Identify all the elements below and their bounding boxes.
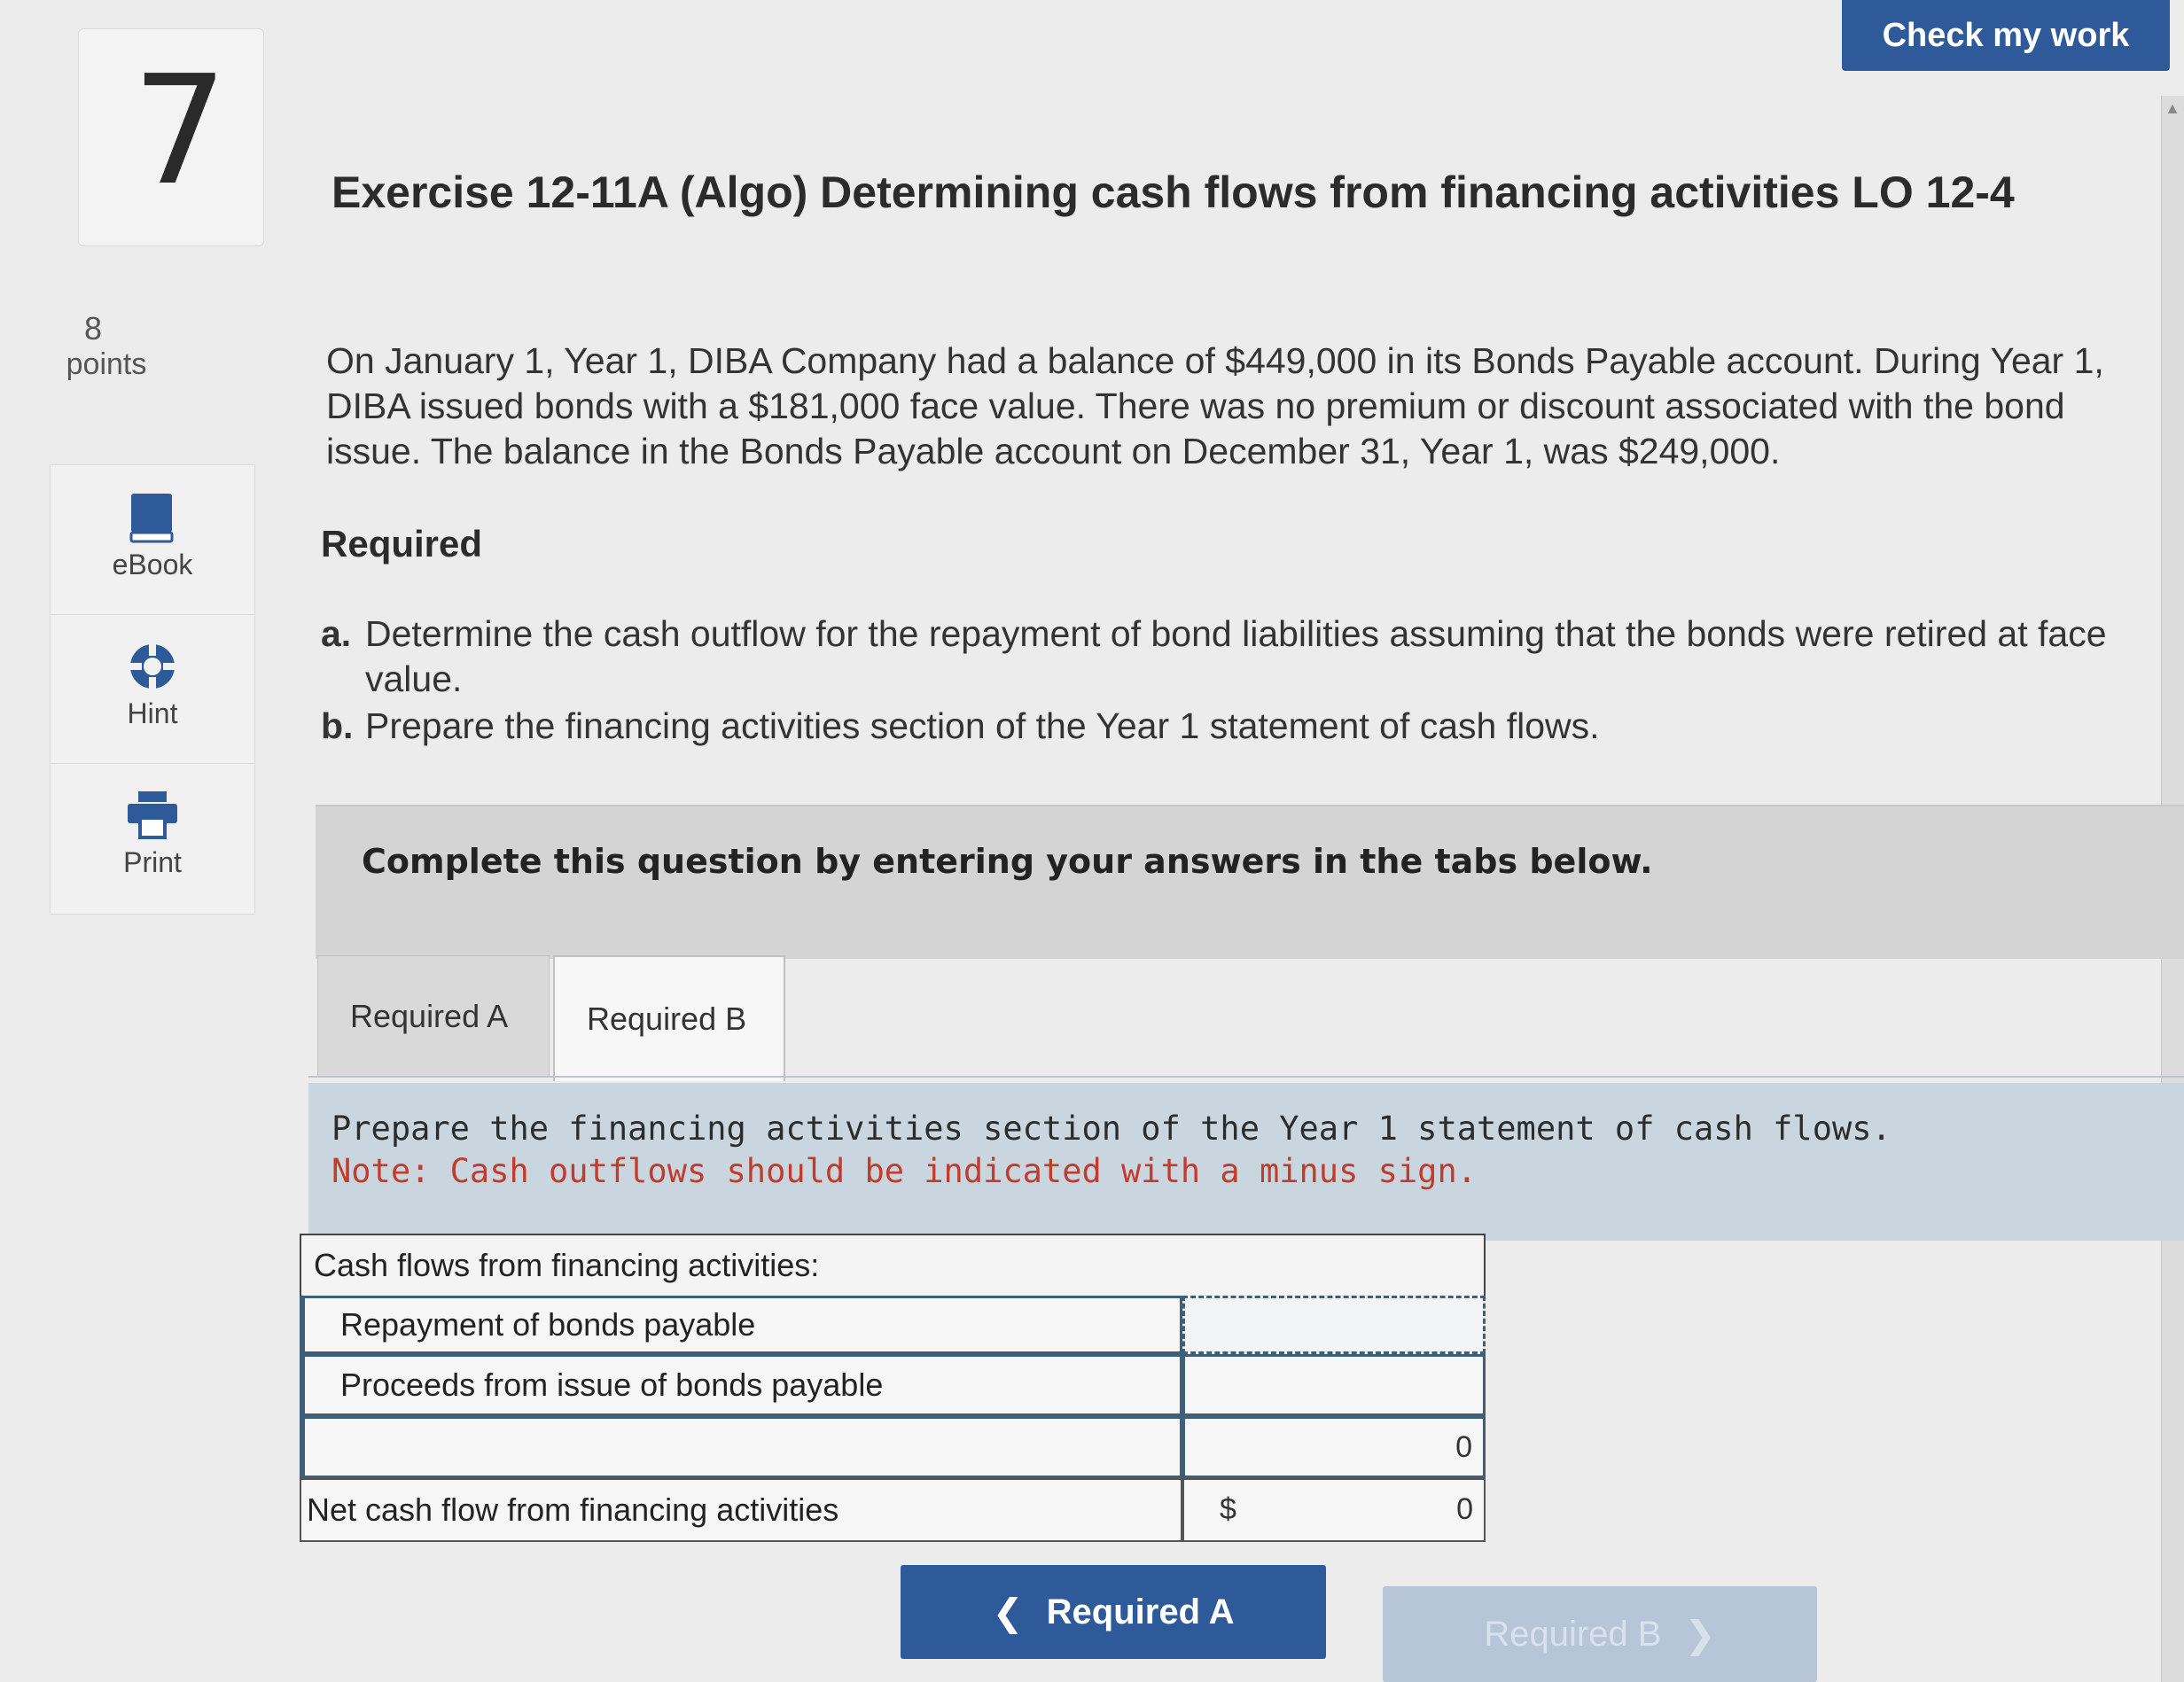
next-label: Required B — [1484, 1614, 1662, 1654]
table-row: 0 — [300, 1416, 1486, 1478]
table-row: Repayment of bonds payable — [300, 1296, 1486, 1354]
required-heading: Required — [321, 523, 483, 565]
question-number: 7 — [132, 43, 229, 219]
total-row: Net cash flow from financing activities … — [300, 1478, 1486, 1542]
requirement-text: Determine the cash outflow for the repay… — [365, 613, 2107, 699]
ebook-label: eBook — [112, 549, 193, 580]
tab-instructions: Prepare the financing activities section… — [308, 1083, 2184, 1241]
instruction-text: Prepare the financing activities section… — [332, 1110, 1892, 1148]
print-button[interactable]: Print — [51, 763, 254, 912]
instruction-note: Note: Cash outflows should be indicated … — [332, 1152, 1478, 1190]
chevron-left-icon: ❮ — [992, 1591, 1024, 1633]
exercise-title: Exercise 12-11A (Algo) Determining cash … — [332, 167, 2015, 217]
requirement-b: b. Prepare the financing activities sect… — [321, 704, 2147, 749]
ebook-button[interactable]: eBook — [51, 465, 254, 615]
hint-button[interactable]: Hint — [51, 614, 254, 764]
tools-panel: eBook Hint Print — [50, 464, 255, 915]
book-icon — [51, 492, 254, 543]
banner-text: Complete this question by entering your … — [362, 842, 1653, 881]
points-label: points — [66, 347, 147, 381]
table-header-label: Cash flows from financing activities: — [314, 1247, 820, 1283]
scroll-up-icon[interactable]: ▲ — [2163, 97, 2182, 119]
tab-divider — [308, 1076, 2184, 1078]
requirement-a: a. Determine the cash outflow for the re… — [321, 611, 2147, 702]
total-label: Net cash flow from financing activities — [300, 1478, 1182, 1542]
print-label: Print — [123, 846, 182, 878]
chevron-right-icon: ❯ — [1684, 1613, 1716, 1655]
requirements-list: a. Determine the cash outflow for the re… — [321, 611, 2147, 751]
check-my-work-button[interactable]: Check my work — [1842, 0, 2170, 71]
amount-input[interactable] — [1182, 1354, 1486, 1416]
table-header-row: Cash flows from financing activities: — [300, 1234, 1486, 1296]
requirement-mark: b. — [321, 705, 354, 746]
next-required-b-button[interactable]: Required B ❯ — [1383, 1586, 1817, 1682]
points-value: 8 — [83, 310, 103, 347]
prev-required-a-button[interactable]: ❮ Required A — [901, 1565, 1326, 1659]
total-value: 0 — [1456, 1492, 1473, 1526]
tab-required-b[interactable]: Required B — [553, 955, 785, 1081]
row-label-dropdown[interactable]: Proceeds from issue of bonds payable — [300, 1354, 1182, 1416]
tab-required-a[interactable]: Required A — [317, 955, 550, 1078]
amount-input[interactable] — [1182, 1296, 1486, 1354]
table-row: Proceeds from issue of bonds payable — [300, 1354, 1486, 1416]
hint-label: Hint — [127, 697, 178, 729]
lifebuoy-icon — [51, 641, 254, 690]
total-amount: $ 0 — [1182, 1478, 1486, 1542]
question-number-box: 7 — [78, 28, 264, 246]
amount-input[interactable]: 0 — [1182, 1416, 1486, 1478]
row-label-dropdown[interactable]: Repayment of bonds payable — [300, 1296, 1182, 1354]
row-label-dropdown[interactable] — [300, 1416, 1182, 1478]
instruction-banner: Complete this question by entering your … — [316, 805, 2184, 959]
requirement-text: Prepare the financing activities section… — [365, 705, 1600, 746]
points-indicator: 8 points — [53, 310, 160, 382]
currency-symbol: $ — [1220, 1492, 1236, 1526]
prev-label: Required A — [1046, 1592, 1235, 1631]
printer-icon — [51, 790, 254, 839]
requirement-mark: a. — [321, 613, 352, 654]
exercise-description: On January 1, Year 1, DIBA Company had a… — [326, 340, 2104, 471]
